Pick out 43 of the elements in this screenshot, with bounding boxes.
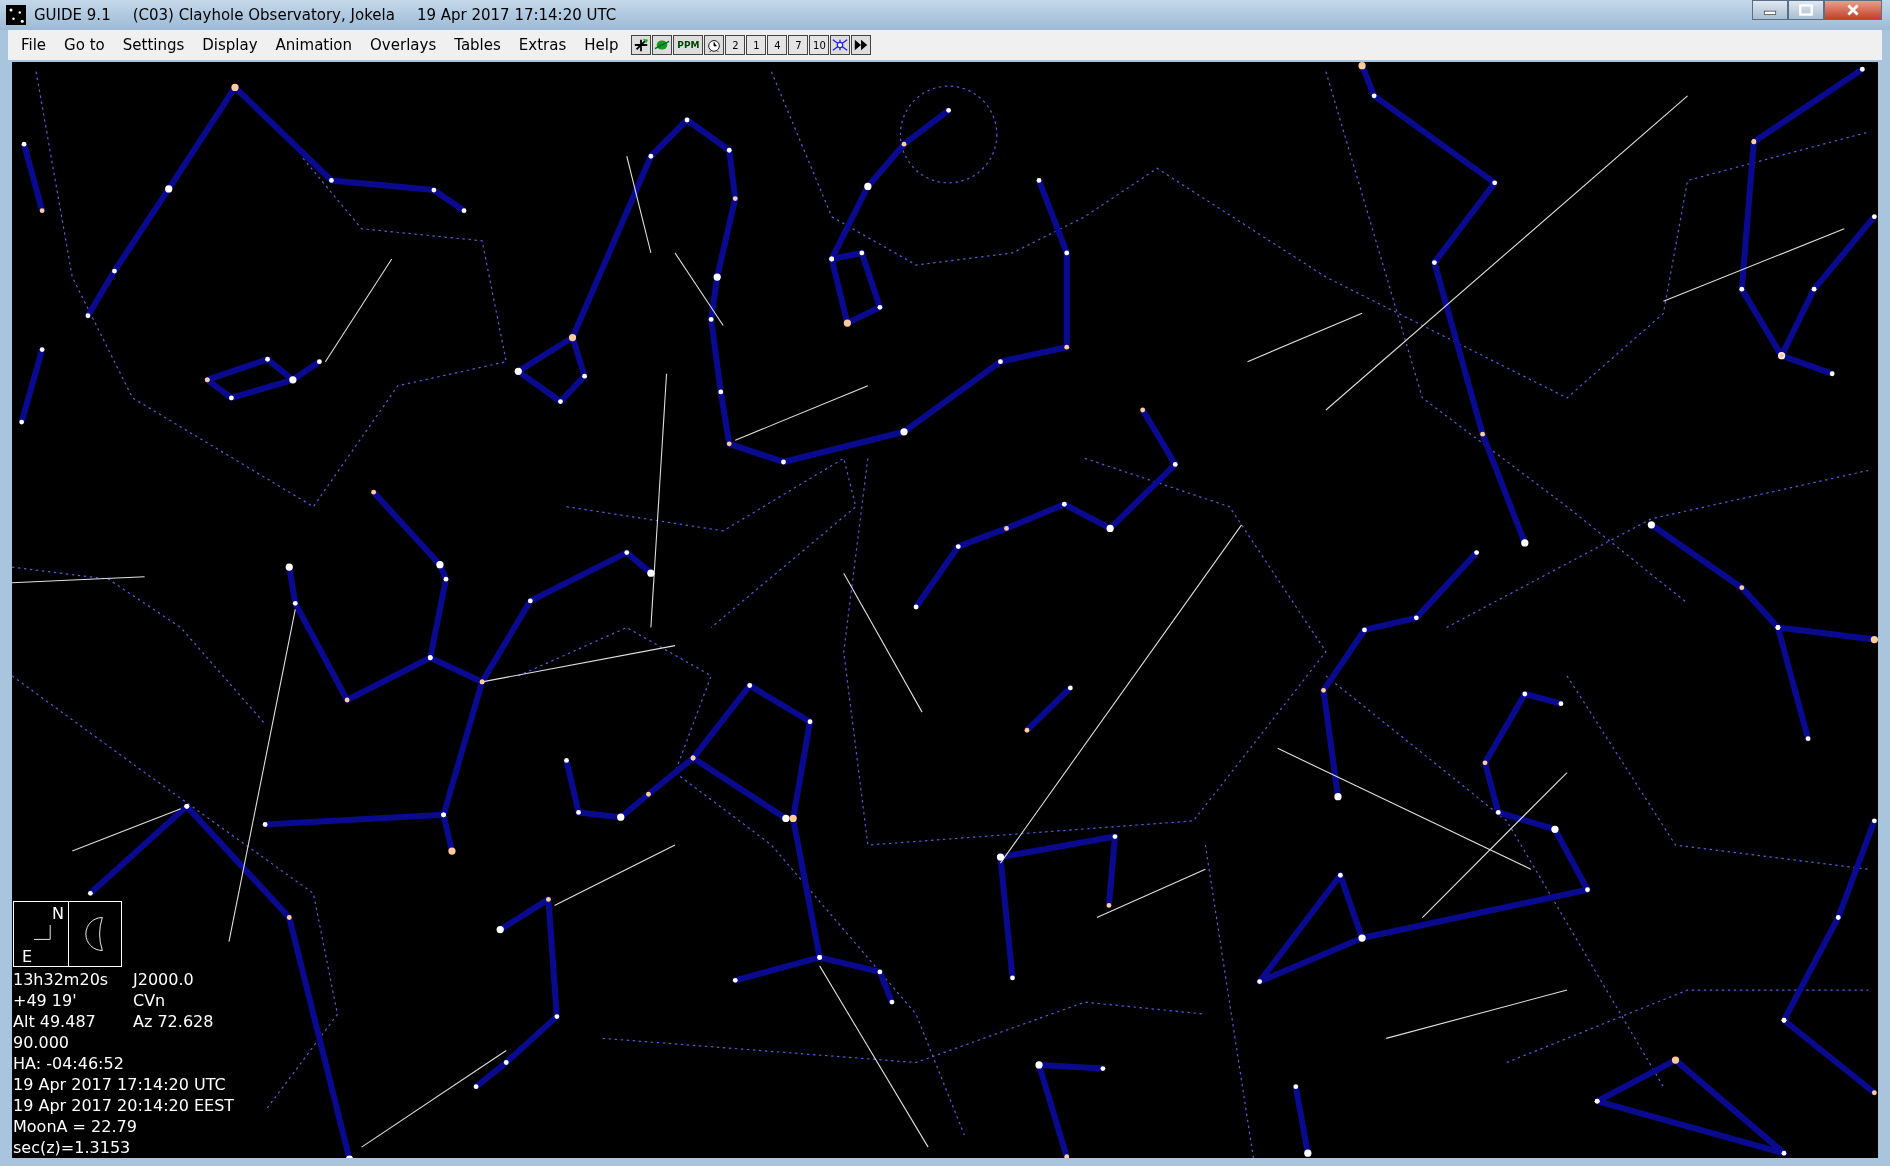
menu-item[interactable]: Settings	[113, 36, 194, 54]
info-text: Az 72.628	[133, 1012, 214, 1031]
network-button[interactable]	[830, 35, 851, 55]
menu-item[interactable]: Extras	[509, 36, 576, 54]
menu-item[interactable]: Help	[575, 36, 628, 54]
info-text: 19 Apr 2017 20:14:20 EEST	[13, 1096, 235, 1115]
close-button[interactable]	[1824, 0, 1882, 20]
ppm-button[interactable]: PPM	[673, 35, 704, 55]
fast-forward-button[interactable]	[851, 35, 872, 55]
zoom-button[interactable]: 7	[788, 35, 809, 55]
menu-item[interactable]: Overlays	[361, 36, 446, 54]
window-title: (C03) Clayhole Observatory, Jokela	[132, 6, 395, 24]
east-label: E	[22, 947, 33, 966]
info-text: J2000.0	[133, 970, 194, 989]
alarm-clock-button[interactable]	[704, 35, 725, 55]
zoom-button[interactable]: 2	[725, 35, 746, 55]
zoom-button[interactable]: 1	[746, 35, 767, 55]
planet-button[interactable]	[652, 35, 673, 55]
zoom-button[interactable]: 10	[809, 35, 830, 55]
window-title: GUIDE 9.1	[34, 6, 111, 24]
info-text: 13h32m20s	[13, 970, 110, 989]
menu-item[interactable]: Display	[193, 36, 267, 54]
info-text: sec(z)=1.3153	[13, 1138, 131, 1157]
maximize-icon	[1798, 4, 1814, 16]
info-text: 90.000	[13, 1033, 70, 1052]
info-text: 19 Apr 2017 17:14:20 UTC	[13, 1075, 226, 1094]
menu-item[interactable]: Tables	[445, 36, 510, 54]
close-icon	[1845, 4, 1861, 16]
zoom-button[interactable]: 4	[767, 35, 788, 55]
info-text: HA: -04:46:52	[13, 1054, 124, 1073]
north-label: N	[52, 904, 64, 923]
info-text: MoonA = 22.79	[13, 1117, 137, 1136]
menu-item[interactable]: Animation	[266, 36, 362, 54]
minimize-button[interactable]	[1752, 0, 1788, 20]
info-text: Alt 49.487	[13, 1012, 97, 1031]
menu-item[interactable]: File	[12, 36, 56, 54]
info-text: +49 19'	[13, 991, 78, 1010]
menu-item[interactable]: Go to	[55, 36, 114, 54]
window-title: 19 Apr 2017 17:14:20 UTC	[416, 6, 617, 24]
maximize-button[interactable]	[1788, 0, 1824, 20]
star-chart-button[interactable]	[631, 35, 652, 55]
info-text: CVn	[133, 991, 166, 1010]
star-chart-icon	[6, 5, 26, 25]
